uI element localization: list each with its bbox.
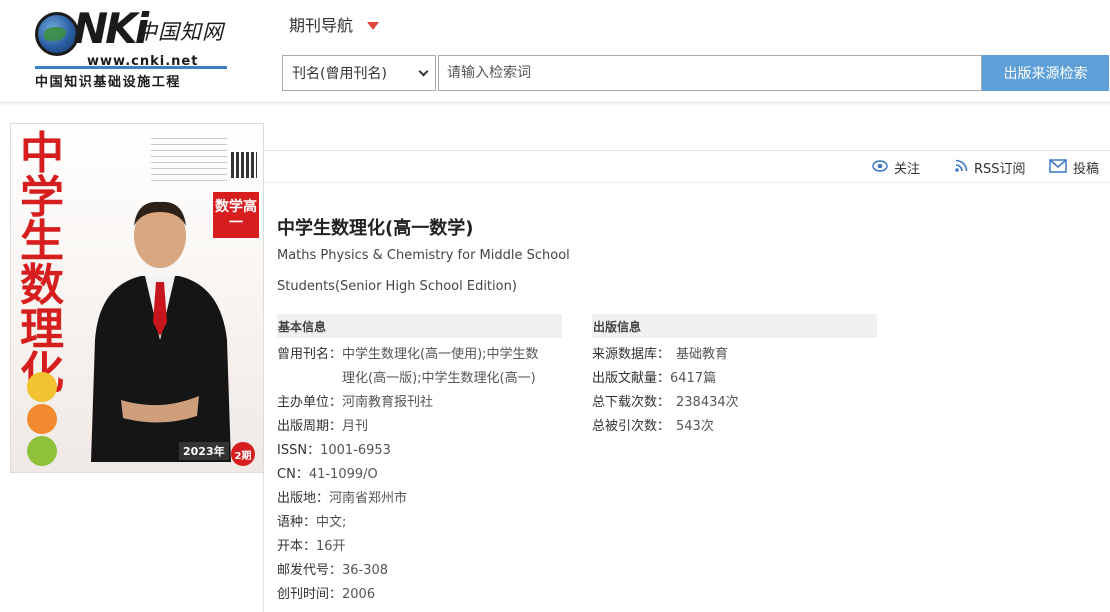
- submit-label: 投稿: [1073, 162, 1100, 177]
- follow-label: 关注: [894, 162, 921, 177]
- pub-row-article-count: 出版文献量： 6417篇: [592, 371, 717, 386]
- cnki-logo[interactable]: NKi 中国知网 www.cnki.net 中国知识基础设施工程: [33, 4, 233, 90]
- info-row-former-names: 曾用刊名： 中学生数理化(高一使用);中学生数 理化(高一版);中学生数理化(高…: [277, 347, 539, 386]
- site-header: NKi 中国知网 www.cnki.net 中国知识基础设施工程 期刊导航 刊名…: [0, 0, 1110, 103]
- eye-icon: [872, 159, 888, 177]
- pub-info-list: 来源数据库： 基础教育 出版文献量： 6417篇 总下载次数： 238434次 …: [592, 346, 878, 442]
- info-row-cn: CN： 41-1099/O: [277, 467, 378, 482]
- rss-icon: [955, 159, 968, 176]
- cover-emblems: [27, 372, 61, 468]
- journal-title: 中学生数理化(高一数学): [277, 218, 474, 239]
- logo-subtitle: 中国知识基础设施工程: [35, 75, 182, 90]
- info-row-language: 语种： 中文;: [277, 515, 347, 530]
- submit-button[interactable]: 投稿: [1049, 158, 1099, 177]
- journal-nav-label: 期刊导航: [289, 16, 354, 35]
- pub-row-source-db: 来源数据库： 基础教育: [592, 347, 729, 362]
- logo-cn-name: 中国知网: [136, 20, 224, 44]
- qr-code-icon: [231, 152, 257, 178]
- journal-english-title-line1: Maths Physics & Chemistry for Middle Sch…: [277, 248, 570, 263]
- info-row-frequency: 出版周期： 月刊: [277, 419, 369, 434]
- basic-info-list: 曾用刊名： 中学生数理化(高一使用);中学生数 理化(高一版);中学生数理化(高…: [277, 346, 563, 610]
- info-row-sponsor: 主办单位： 河南教育报刊社: [277, 395, 434, 410]
- cnki-journal-page: NKi 中国知网 www.cnki.net 中国知识基础设施工程 期刊导航 刊名…: [0, 0, 1110, 612]
- info-row-location: 出版地： 河南省郑州市: [277, 491, 408, 506]
- search-field-select[interactable]: 刊名(曾用刊名): [282, 55, 436, 91]
- info-row-format: 开本： 16开: [277, 539, 346, 554]
- journal-english-title-line2: Students(Senior High School Edition): [277, 279, 517, 294]
- info-row-issn: ISSN： 1001-6953: [277, 443, 391, 458]
- rss-label: RSS订阅: [974, 162, 1026, 177]
- pub-row-citations: 总被引次数： 543次: [592, 419, 714, 434]
- journal-cover-image: 中 学 生 数 理 化 数学高一 2023年 2期: [10, 123, 264, 473]
- pub-row-downloads: 总下载次数： 238434次: [592, 395, 739, 410]
- search-field-value: 刊名(曾用刊名): [292, 66, 387, 82]
- pub-info-heading: 出版信息: [592, 314, 877, 338]
- cover-year: 2023年: [179, 442, 229, 460]
- caret-down-icon: [367, 21, 380, 30]
- search-input[interactable]: [438, 55, 982, 91]
- basic-info-heading: 基本信息: [277, 314, 562, 338]
- journal-nav-dropdown[interactable]: 期刊导航: [289, 12, 380, 36]
- search-bar: 刊名(曾用刊名) 出版来源检索: [282, 55, 1110, 91]
- cover-title: 中 学 生 数 理 化: [20, 128, 64, 396]
- info-row-postal-code: 邮发代号： 36-308: [277, 563, 389, 578]
- search-button[interactable]: 出版来源检索: [982, 55, 1109, 91]
- rss-button[interactable]: RSS订阅: [955, 158, 1026, 177]
- logo-divider: [35, 66, 227, 69]
- chevron-down-icon: [418, 66, 429, 76]
- envelope-icon: [1049, 158, 1067, 177]
- info-row-founded: 创刊时间： 2006: [277, 587, 376, 602]
- cover-issue-badge: 2期: [231, 442, 255, 466]
- cover-fine-print: [151, 138, 227, 184]
- follow-button[interactable]: 关注: [872, 158, 920, 177]
- cover-grade-badge: 数学高一: [213, 192, 259, 238]
